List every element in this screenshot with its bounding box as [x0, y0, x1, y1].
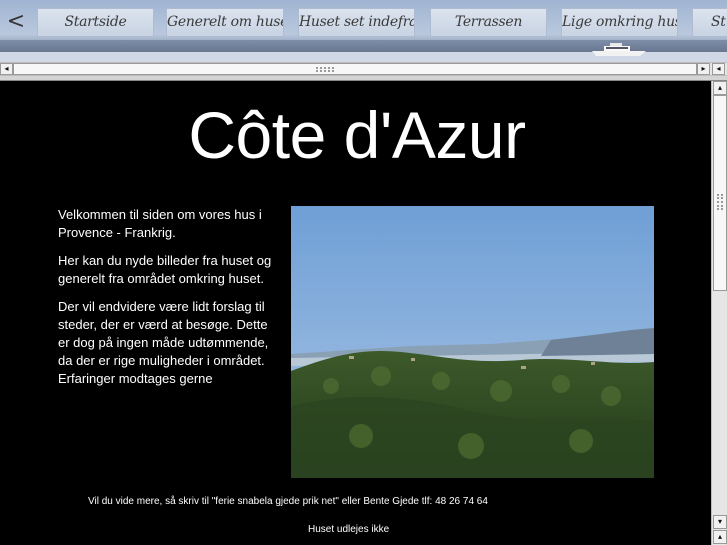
scroll-grip-icon: [316, 67, 334, 72]
scroll-up-button-secondary[interactable]: ▴: [713, 530, 727, 544]
yacht-image: [592, 43, 646, 56]
nav-tab-generelt-om-huset[interactable]: Generelt om huset: [166, 8, 284, 37]
intro-paragraph-photos: Her kan du nyde billeder fra huset og ge…: [58, 253, 272, 286]
scroll-down-button[interactable]: ▾: [713, 515, 727, 529]
navigation-frame: < Startside Generelt om huset Huset set …: [0, 0, 727, 62]
nav-tab-lige-omkring-huset[interactable]: Lige omkring huset: [561, 8, 678, 37]
scroll-left-button[interactable]: ◂: [0, 63, 13, 75]
contact-info: Vil du vide mere, så skriv til "ferie sn…: [88, 496, 488, 507]
nav-tab-huset-set-indefra[interactable]: Huset set indefra: [298, 8, 415, 37]
intro-paragraph-suggestions: Der vil endvidere være lidt forslag til …: [58, 299, 269, 386]
nav-tab-startside[interactable]: Startside: [37, 8, 154, 37]
landscape-photo: [291, 206, 654, 478]
rental-status: Huset udlejes ikke: [308, 524, 390, 535]
intro-text: Velkommen til siden om vores hus i Prove…: [58, 206, 280, 398]
horizontal-scroll-thumb[interactable]: [13, 63, 697, 75]
vertical-scroll-thumb[interactable]: [713, 95, 727, 291]
nav-tab-terrassen[interactable]: Terrassen: [430, 8, 547, 37]
scroll-grip-icon: [717, 194, 723, 210]
vertical-scrollbar[interactable]: ▴ ▾ ▴: [711, 81, 727, 545]
scroll-left-button-secondary[interactable]: ◂: [712, 63, 725, 75]
page-title: Côte d'Azur: [188, 98, 526, 172]
scroll-up-button[interactable]: ▴: [713, 81, 727, 95]
horizontal-scrollbar[interactable]: ◂ ▸ ◂: [0, 62, 727, 76]
scroll-right-button[interactable]: ▸: [697, 63, 710, 75]
nav-previous-arrow[interactable]: <: [6, 8, 26, 36]
content-frame: Côte d'Azur Velkommen til siden om vores…: [0, 81, 711, 545]
intro-paragraph-welcome: Velkommen til siden om vores hus i Prove…: [58, 207, 262, 240]
nav-tab-partial[interactable]: St: [692, 8, 727, 37]
